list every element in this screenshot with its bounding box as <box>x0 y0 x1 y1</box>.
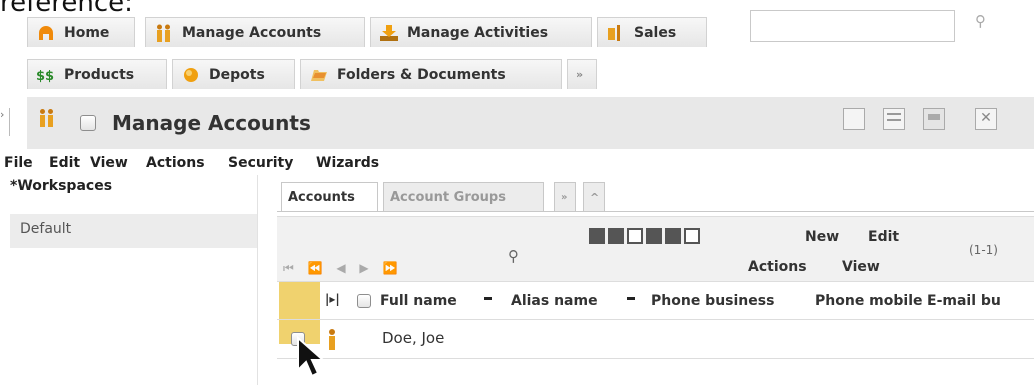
close-icon[interactable]: ✕ <box>975 108 997 130</box>
col-email-business[interactable]: E-mail bu <box>927 293 1001 309</box>
folders-icon <box>309 66 329 84</box>
menu-actions[interactable]: Actions <box>146 155 205 171</box>
list-tool-icons <box>589 228 700 244</box>
home-icon <box>36 24 56 42</box>
col-phone-mobile[interactable]: Phone mobile <box>815 293 923 309</box>
row-divider <box>277 358 1034 359</box>
list-icon[interactable] <box>684 228 700 244</box>
sidebar-toggle[interactable]: › <box>0 108 10 136</box>
new-menu-label[interactable]: New <box>805 229 839 245</box>
products-icon: $$ <box>36 66 56 84</box>
nav-tab-manage-accounts[interactable]: Manage Accounts <box>145 17 365 47</box>
nav-tab-products[interactable]: $$ Products <box>27 59 167 89</box>
nav-tab-products-label: Products <box>64 66 135 83</box>
menu-view[interactable]: View <box>90 155 128 171</box>
nav-tab-folders-documents-label: Folders & Documents <box>337 66 506 83</box>
nav-tab-home-label: Home <box>64 24 110 41</box>
columns-icon[interactable] <box>608 228 624 244</box>
split-view-icon[interactable] <box>883 108 905 130</box>
depots-icon <box>181 66 201 84</box>
menu-security[interactable]: Security <box>228 155 293 171</box>
reference-caption: reference: <box>0 0 133 18</box>
nav-more-label: » <box>576 68 584 81</box>
window-title: Manage Accounts <box>112 111 311 135</box>
svg-text:$$: $$ <box>36 69 54 84</box>
table-row-full-name[interactable]: Doe, Joe <box>382 329 444 347</box>
sidebar-item-default-label: Default <box>20 221 72 237</box>
nav-tab-depots-label: Depots <box>209 66 265 83</box>
nav-tab-manage-accounts-label: Manage Accounts <box>182 24 322 41</box>
search-input[interactable] <box>750 10 955 42</box>
view-menu-label[interactable]: View <box>842 259 880 275</box>
table-icon[interactable] <box>627 228 643 244</box>
nav-more-button[interactable]: » <box>567 59 597 89</box>
sort-alias-name-icon[interactable] <box>627 297 635 300</box>
tabs-more-button[interactable]: » <box>554 182 576 212</box>
search-icon[interactable]: ⚲ <box>975 12 986 30</box>
download-icon <box>379 24 399 42</box>
grid-icon[interactable] <box>646 228 662 244</box>
filter-search-icon[interactable]: ⚲ <box>508 247 519 265</box>
menu-wizards[interactable]: Wizards <box>316 155 379 171</box>
menu-edit[interactable]: Edit <box>49 155 80 171</box>
print-icon[interactable] <box>923 108 945 130</box>
nav-tab-manage-activities[interactable]: Manage Activities <box>370 17 592 47</box>
nav-tab-manage-activities-label: Manage Activities <box>407 24 549 41</box>
check-icon[interactable] <box>665 228 681 244</box>
window-accounts-icon <box>37 108 57 132</box>
select-all-checkbox[interactable] <box>357 294 371 308</box>
nav-tab-folders-documents[interactable]: Folders & Documents <box>300 59 562 89</box>
window-select-checkbox[interactable] <box>80 115 96 131</box>
maximize-icon[interactable] <box>843 108 865 130</box>
workspaces-title: *Workspaces <box>10 178 113 194</box>
expand-columns-icon[interactable]: |▸| <box>325 292 340 306</box>
sales-icon <box>606 24 626 42</box>
cursor-pointer-icon <box>296 335 332 384</box>
col-alias-name[interactable]: Alias name <box>511 293 598 309</box>
tab-accounts[interactable]: Accounts <box>281 182 378 212</box>
col-full-name[interactable]: Full name <box>380 293 457 309</box>
tabs-underline <box>277 211 1034 212</box>
sort-full-name-icon[interactable] <box>484 297 492 300</box>
record-count: (1-1) <box>969 243 998 257</box>
nav-tab-sales[interactable]: Sales <box>597 17 707 47</box>
nav-tab-home[interactable]: Home <box>27 17 135 47</box>
export-icon[interactable] <box>589 228 605 244</box>
edit-menu-label[interactable]: Edit <box>868 229 899 245</box>
col-phone-business[interactable]: Phone business <box>651 293 774 309</box>
pager-controls[interactable]: ⏮ ⏪ ◀ ▶ ⏩ <box>283 261 402 276</box>
menu-file[interactable]: File <box>4 155 33 171</box>
accounts-icon <box>154 24 174 42</box>
tabs-collapse-button[interactable]: ^ <box>583 182 605 212</box>
tab-account-groups[interactable]: Account Groups <box>383 182 544 212</box>
panel-divider <box>257 175 258 385</box>
nav-tab-depots[interactable]: Depots <box>172 59 295 89</box>
nav-tab-sales-label: Sales <box>634 24 677 41</box>
actions-menu-label[interactable]: Actions <box>748 259 807 275</box>
